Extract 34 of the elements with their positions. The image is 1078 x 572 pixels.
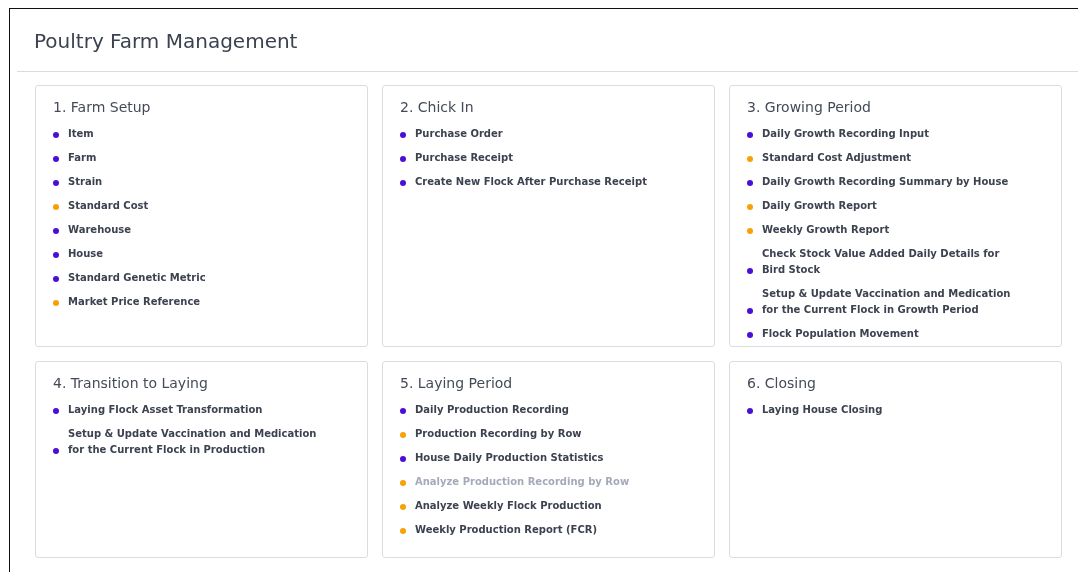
menu-link[interactable]: Laying Flock Asset Transformation bbox=[68, 402, 263, 418]
menu-link[interactable]: Purchase Receipt bbox=[415, 150, 513, 166]
section-title: 4. Transition to Laying bbox=[53, 374, 209, 392]
menu-link[interactable]: Setup & Update Vaccination and Medication for the Current Flock in Growth Period bbox=[762, 286, 1022, 318]
menu-link[interactable]: Daily Growth Recording Input bbox=[762, 126, 929, 142]
section-title: 5. Laying Period bbox=[400, 374, 514, 392]
menu-link[interactable]: Create New Flock After Purchase Receipt bbox=[415, 174, 647, 190]
menu-link[interactable]: Market Price Reference bbox=[68, 294, 201, 310]
section-title: 3. Growing Period bbox=[747, 98, 872, 116]
menu-link[interactable]: Analyze Weekly Flock Production bbox=[415, 498, 602, 514]
section-title: 6. Closing bbox=[747, 374, 817, 392]
menu-link[interactable]: Standard Cost Adjustment bbox=[762, 150, 912, 166]
menu-link[interactable]: Warehouse bbox=[68, 222, 131, 238]
menu-link[interactable]: Daily Growth Report bbox=[762, 198, 877, 214]
menu-link[interactable]: Farm bbox=[68, 150, 97, 166]
menu-link[interactable]: Item bbox=[68, 126, 94, 142]
menu-link[interactable]: Laying House Closing bbox=[762, 402, 883, 418]
menu-link[interactable]: Setup & Update Vaccination and Medication for the Current Flock in Production bbox=[68, 426, 328, 458]
menu-link[interactable]: House Daily Production Statistics bbox=[415, 450, 604, 466]
menu-link[interactable]: House bbox=[68, 246, 104, 262]
menu-link[interactable]: Flock Population Movement bbox=[762, 326, 919, 342]
menu-link[interactable]: Production Recording by Row bbox=[415, 426, 582, 442]
section-title: 1. Farm Setup bbox=[53, 98, 152, 116]
menu-link[interactable]: Weekly Growth Report bbox=[762, 222, 890, 238]
menu-link[interactable]: Check Stock Value Added Daily Details for Bird Stock bbox=[762, 246, 1022, 278]
menu-link[interactable]: Daily Production Recording bbox=[415, 402, 569, 418]
menu-link[interactable]: Daily Growth Recording Summary by House bbox=[762, 174, 1009, 190]
menu-link[interactable]: Standard Genetic Metric bbox=[68, 270, 206, 286]
section-title: 2. Chick In bbox=[400, 98, 475, 116]
menu-link[interactable]: Purchase Order bbox=[415, 126, 503, 142]
menu-link[interactable]: Strain bbox=[68, 174, 103, 190]
menu-link[interactable]: Standard Cost bbox=[68, 198, 149, 214]
menu-link[interactable]: Weekly Production Report (FCR) bbox=[415, 522, 598, 538]
page-title: Poultry Farm Management bbox=[33, 28, 299, 55]
